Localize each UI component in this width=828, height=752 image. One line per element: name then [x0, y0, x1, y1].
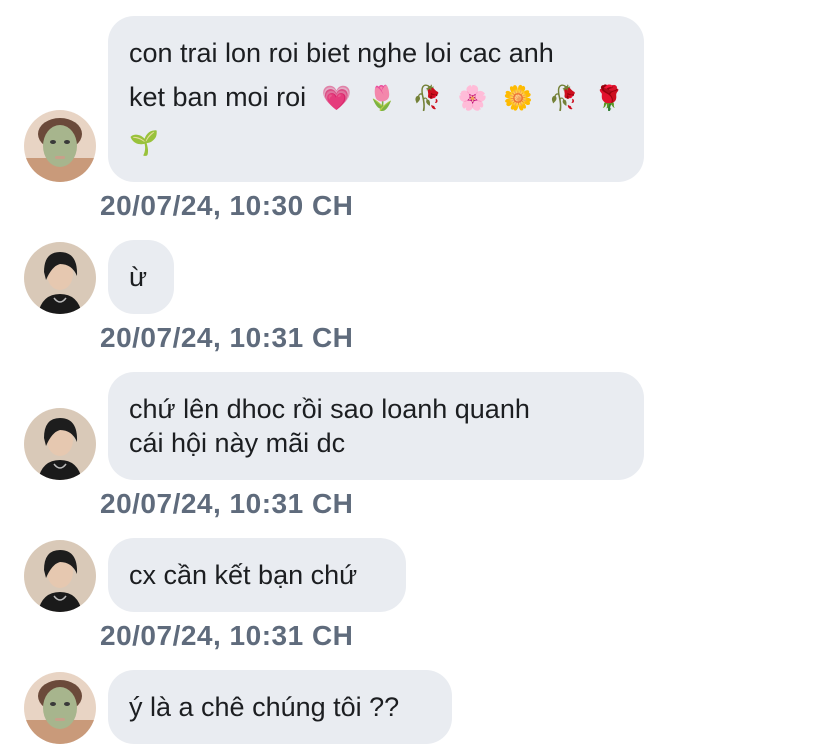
message-text: ừ — [129, 262, 148, 292]
message-text: con trai lon roi biet nghe loi cac anh — [129, 38, 554, 68]
cherry-blossom-emoji-icon: 🌸 — [457, 84, 488, 112]
message-bubble[interactable]: cx cần kết bạn chứ — [108, 538, 406, 612]
message-bubble[interactable]: chứ lên dhoc rồi sao loanh quanh cái hội… — [108, 372, 644, 480]
wilted-flower-emoji-icon: 🥀 — [412, 84, 443, 112]
dark-hair-avatar-icon — [24, 242, 96, 314]
avatar[interactable] — [24, 110, 96, 182]
rose-emoji-icon: 🌹 — [594, 84, 624, 112]
avatar[interactable] — [24, 540, 96, 612]
heart-emoji-icon: 💗 — [321, 84, 352, 112]
message-text: ý là a chê chúng tôi ?? — [129, 692, 400, 722]
dark-hair-avatar-icon — [24, 540, 96, 612]
timestamp: 20/07/24, 10:30 CH — [100, 190, 354, 221]
avatar[interactable] — [24, 408, 96, 480]
message-text: cx cần kết bạn chứ — [129, 560, 358, 590]
seedling-emoji-icon: 🌱 — [129, 129, 159, 157]
blossom-emoji-icon: 🌼 — [503, 84, 534, 112]
mask-avatar-icon — [24, 672, 96, 744]
wilted-flower-emoji-icon: 🥀 — [548, 84, 579, 112]
mask-avatar-icon — [24, 110, 96, 182]
message-text: cái hội này mãi dc — [129, 428, 346, 458]
message-text: chứ lên dhoc rồi sao loanh quanh — [129, 394, 530, 424]
message-bubble[interactable]: ý là a chê chúng tôi ?? — [108, 670, 452, 744]
tulip-emoji-icon: 🌷 — [367, 84, 397, 112]
message-bubble[interactable]: ừ — [108, 240, 174, 314]
timestamp: 20/07/24, 10:31 CH — [100, 322, 354, 353]
timestamp: 20/07/24, 10:31 CH — [100, 620, 354, 651]
message-bubble[interactable]: con trai lon roi biet nghe loi cac anh k… — [108, 16, 644, 182]
timestamp: 20/07/24, 10:31 CH — [100, 488, 354, 519]
avatar[interactable] — [24, 242, 96, 314]
message-text: ket ban moi roi — [129, 82, 307, 112]
dark-hair-avatar-icon — [24, 408, 96, 480]
avatar[interactable] — [24, 672, 96, 744]
